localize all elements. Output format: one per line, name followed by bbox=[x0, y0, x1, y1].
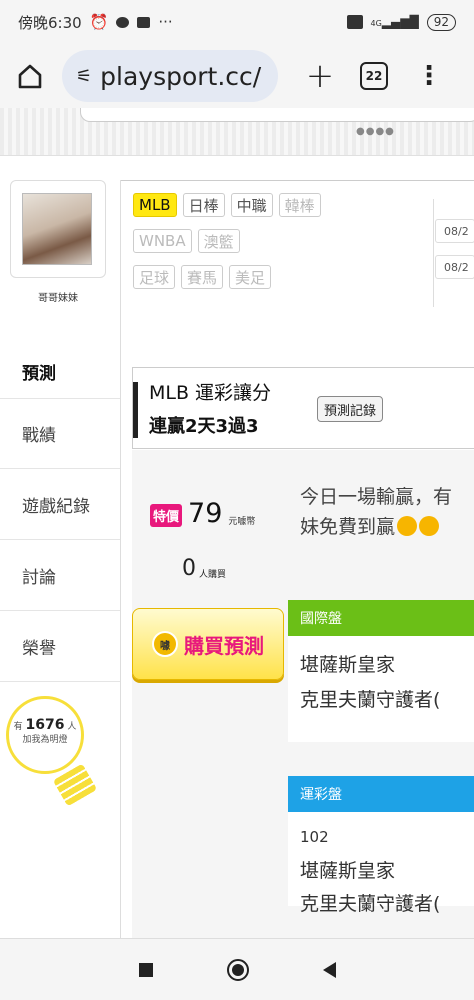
sidebar-item-record[interactable]: 戰績 bbox=[0, 398, 120, 469]
status-more: ··· bbox=[158, 13, 173, 31]
tab-npb[interactable]: 日棒 bbox=[182, 193, 225, 217]
header-accent bbox=[133, 382, 138, 438]
recents-button[interactable] bbox=[138, 962, 153, 977]
avatar[interactable] bbox=[22, 193, 92, 265]
fan-prefix: 有 bbox=[13, 722, 23, 732]
web-page: ●●●● 哥哥妹妹 預測 戰績 遊戲紀錄 討論 榮譽 有 1676 人 加我為明… bbox=[0, 108, 474, 938]
new-tab-button[interactable]: + bbox=[302, 56, 338, 96]
category-tabs: MLB 日棒 中職 韓棒 WNBA 澳籃 足球 賽馬 美足 08/2 08/2 bbox=[121, 180, 474, 320]
sidebar-nav: 預測 戰績 遊戲紀錄 討論 榮譽 bbox=[0, 344, 120, 682]
fan-suffix: 人 bbox=[67, 722, 77, 732]
prediction-description: 今日一場輸贏，有 妹免費到贏 bbox=[300, 482, 474, 542]
profile-name[interactable]: 哥哥妹妹 bbox=[0, 289, 116, 304]
banner-pattern: ●●●● bbox=[0, 108, 474, 156]
status-bar: 傍晚6:30 ⏰ ··· 4G▂▄▆█ 92 bbox=[0, 0, 474, 44]
banner-strip bbox=[80, 108, 474, 122]
date-tab-1[interactable]: 08/2 bbox=[435, 219, 474, 243]
team-away: 堪薩斯皇家 bbox=[300, 860, 396, 882]
alarm-icon: ⏰ bbox=[89, 13, 109, 31]
volte-icon bbox=[346, 15, 363, 29]
home-button[interactable] bbox=[12, 58, 48, 94]
tab-wnba[interactable]: WNBA bbox=[133, 229, 192, 253]
buyer-number: 0 bbox=[182, 556, 196, 581]
team-home: 克里夫蘭守護者( bbox=[300, 689, 441, 711]
address-bar[interactable]: ⚟ playsport.cc/ bbox=[62, 50, 278, 102]
carousel-dots[interactable]: ●●●● bbox=[356, 126, 395, 137]
system-nav-bar bbox=[0, 938, 474, 1000]
sidebar-item-game-log[interactable]: 遊戲紀錄 bbox=[0, 469, 120, 540]
star-eyes-emoji-icon bbox=[419, 516, 440, 536]
home-icon bbox=[18, 64, 42, 89]
tab-cpbl[interactable]: 中職 bbox=[230, 193, 273, 217]
date-tab-2[interactable]: 08/2 bbox=[435, 255, 474, 279]
tab-nbl[interactable]: 澳籃 bbox=[197, 229, 240, 253]
sidebar-item-honors[interactable]: 榮譽 bbox=[0, 611, 120, 682]
battery-indicator: 92 bbox=[426, 13, 456, 31]
date-divider bbox=[433, 199, 434, 307]
special-badge: 特價 bbox=[150, 504, 183, 527]
international-odds-panel: 國際盤 堪薩斯皇家 克里夫蘭守護者( bbox=[288, 600, 474, 742]
profile-card[interactable] bbox=[10, 180, 106, 278]
price-unit: 元噱幣 bbox=[228, 517, 256, 527]
chat-icon bbox=[116, 16, 130, 28]
coin-icon: 噱 bbox=[152, 631, 178, 657]
prediction-record-button[interactable]: 預測記錄 bbox=[317, 396, 384, 422]
browser-toolbar: ⚟ playsport.cc/ + 22 ⋮ bbox=[0, 44, 474, 108]
signal-icon: 4G▂▄▆█ bbox=[370, 15, 419, 29]
home-nav-button[interactable] bbox=[226, 958, 249, 981]
prediction-header: MLB 運彩讓分 連贏2天3過3 預測記錄 bbox=[132, 367, 474, 449]
menu-icon[interactable]: ⋮ bbox=[416, 61, 442, 91]
sidebar-item-predictions[interactable]: 預測 bbox=[0, 344, 120, 398]
international-odds-label: 國際盤 bbox=[288, 600, 474, 636]
sports-lottery-label: 運彩盤 bbox=[288, 776, 474, 812]
url-text: playsport.cc/ bbox=[100, 61, 262, 91]
fan-lightbulb[interactable]: 有 1676 人 加我為明燈 bbox=[6, 696, 84, 774]
tab-switcher-button[interactable]: 22 bbox=[360, 62, 388, 90]
home-circle-icon bbox=[231, 963, 244, 976]
buyer-unit: 人購買 bbox=[199, 570, 227, 580]
status-time: 傍晚6:30 bbox=[18, 13, 82, 32]
prediction-title: MLB 運彩讓分 bbox=[149, 382, 272, 404]
sidebar-item-discussion[interactable]: 討論 bbox=[0, 540, 120, 611]
win-streak: 連贏2天3過3 bbox=[149, 416, 259, 437]
price-amount: 79 bbox=[188, 498, 223, 529]
back-button[interactable] bbox=[322, 961, 336, 978]
video-icon bbox=[137, 16, 151, 28]
buy-prediction-button[interactable]: 噱 購買預測 bbox=[132, 608, 284, 680]
fan-count: 1676 bbox=[25, 717, 65, 733]
site-settings-icon[interactable]: ⚟ bbox=[76, 66, 92, 87]
team-away: 堪薩斯皇家 bbox=[300, 654, 396, 676]
sports-lottery-panel: 運彩盤 102 堪薩斯皇家 克里夫蘭守護者( bbox=[288, 776, 474, 915]
game-number: 102 bbox=[300, 828, 329, 846]
price-block: 特價 79 元噱幣 bbox=[150, 500, 255, 527]
tab-mlb[interactable]: MLB bbox=[133, 193, 177, 217]
team-home: 克里夫蘭守護者( bbox=[300, 893, 441, 915]
description-line-2: 妹免費到贏 bbox=[300, 516, 396, 538]
tab-horse-racing[interactable]: 賽馬 bbox=[181, 265, 224, 289]
tab-soccer[interactable]: 足球 bbox=[133, 265, 176, 289]
buy-button-label: 購買預測 bbox=[184, 633, 264, 658]
description-line-1: 今日一場輸贏，有 bbox=[300, 486, 453, 508]
tab-kbo[interactable]: 韓棒 bbox=[278, 193, 321, 217]
fan-caption: 加我為明燈 bbox=[22, 735, 68, 745]
buyer-count: 0 人購買 bbox=[182, 556, 227, 581]
tab-nfl[interactable]: 美足 bbox=[229, 265, 272, 289]
star-eyes-emoji-icon bbox=[397, 516, 418, 536]
